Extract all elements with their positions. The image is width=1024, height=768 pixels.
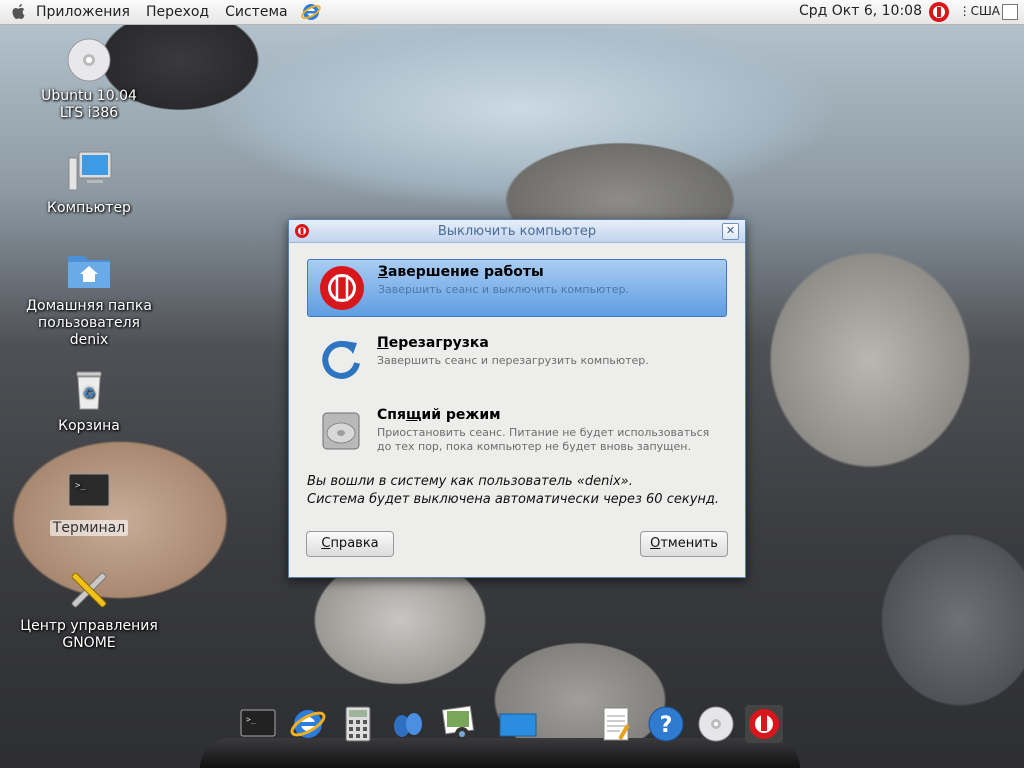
computer-icon [65, 148, 113, 196]
apple-icon[interactable] [10, 3, 28, 21]
restart-icon [317, 335, 365, 383]
shutdown-dialog: Выключить компьютер ✕ Завершение работы … [288, 219, 746, 578]
dialog-titlebar[interactable]: Выключить компьютер ✕ [289, 220, 745, 243]
terminal-icon: >_ [65, 468, 113, 516]
menu-system[interactable]: Система [225, 4, 287, 20]
option-description: Завершить сеанс и выключить компьютер. [378, 283, 629, 296]
text-editor-icon[interactable] [596, 704, 636, 744]
keyboard-layout-label: США [970, 4, 1000, 18]
keyboard-layout-indicator[interactable]: ⋮США [959, 4, 1000, 18]
option-description: Завершить сеанс и перезагрузить компьюте… [377, 354, 649, 367]
show-desktop-icon[interactable] [1002, 4, 1018, 20]
top-panel: Приложения Переход Система Срд Окт 6, 10… [0, 0, 1024, 25]
photo-viewer-icon[interactable] [438, 704, 478, 744]
hard-drive-icon [317, 407, 365, 455]
svg-text:♻: ♻ [83, 386, 96, 402]
option-mnemonic: П [377, 335, 389, 351]
desktop-icon-ubuntu-cd[interactable]: Ubuntu 10.04 LTS i386 [14, 36, 164, 122]
svg-text:?: ? [660, 713, 673, 738]
auto-shutdown-text: Система будет выключена автоматически че… [307, 492, 720, 507]
close-icon[interactable]: ✕ [722, 223, 739, 240]
button-label: правка [330, 536, 379, 551]
help-button[interactable]: Справка [306, 531, 394, 557]
desktop-icon-gnome-control-center[interactable]: Центр управления GNOME [14, 566, 164, 652]
terminal-icon[interactable]: >_ [238, 704, 278, 744]
desktop-icon-terminal[interactable]: >_ Терминал [14, 468, 164, 537]
option-title: Завершение работы [378, 264, 544, 280]
trash-icon: ♻ [65, 366, 113, 414]
option-title: Спящий режим [377, 407, 501, 423]
control-center-icon [65, 566, 113, 614]
clock[interactable]: Срд Окт 6, 10:08 [799, 3, 922, 19]
desktop-icon-label: Корзина [58, 418, 120, 434]
desktop-icon-label: Терминал [49, 520, 129, 536]
option-title-pre: Спя [377, 407, 406, 423]
cd-icon[interactable] [696, 704, 736, 744]
button-mnemonic: О [650, 536, 661, 551]
home-folder-icon [65, 246, 113, 294]
cancel-button[interactable]: Отменить [640, 531, 728, 557]
desktop-icon-label: Ubuntu 10.04 LTS i386 [41, 88, 137, 121]
option-title-rest: ий режим [421, 407, 501, 423]
option-title-rest: ерезагрузка [388, 335, 489, 351]
shutdown-option[interactable]: Завершение работы Завершить сеанс и выкл… [307, 259, 727, 317]
option-mnemonic: щ [405, 407, 422, 423]
hibernate-option[interactable]: Спящий режим Приостановить сеанс. Питани… [307, 403, 725, 459]
help-icon[interactable]: ? [646, 704, 686, 744]
internet-explorer-icon[interactable] [300, 1, 322, 23]
dialog-title: Выключить компьютер [437, 223, 597, 239]
desktop-icon-label: Компьютер [47, 200, 131, 216]
svg-text:>_: >_ [246, 715, 256, 724]
dock: >_ ? [200, 698, 800, 768]
power-icon [318, 264, 366, 312]
logged-in-text: Вы вошли в систему как пользователь «den… [307, 474, 633, 489]
desktop-icon-computer[interactable]: Компьютер [14, 148, 164, 217]
option-title: Перезагрузка [377, 335, 489, 351]
option-description: Приостановить сеанс. Питание не будет ис… [377, 426, 710, 453]
option-title-rest: авершение работы [387, 264, 544, 280]
svg-text:>_: >_ [75, 481, 86, 491]
internet-explorer-icon[interactable] [288, 704, 328, 744]
desktop-icon-label: Центр управления GNOME [20, 618, 158, 651]
option-mnemonic: З [378, 264, 388, 280]
desktop-icon[interactable] [498, 704, 538, 744]
cd-icon [65, 36, 113, 84]
messenger-icon[interactable] [388, 704, 428, 744]
desktop-icon-home-folder[interactable]: Домашняя папка пользователя denix [14, 246, 164, 349]
button-label: тменить [660, 536, 718, 551]
restart-option[interactable]: Перезагрузка Завершить сеанс и перезагру… [307, 331, 725, 387]
shutdown-icon[interactable] [744, 704, 784, 744]
calculator-icon[interactable] [338, 704, 378, 744]
session-info: Вы вошли в систему как пользователь «den… [307, 473, 719, 509]
desktop-icon-trash[interactable]: ♻ Корзина [14, 366, 164, 435]
desktop-icon-label: Домашняя папка пользователя denix [26, 298, 152, 348]
power-icon[interactable] [928, 1, 950, 23]
menu-places[interactable]: Переход [146, 4, 209, 20]
menu-applications[interactable]: Приложения [36, 4, 130, 20]
